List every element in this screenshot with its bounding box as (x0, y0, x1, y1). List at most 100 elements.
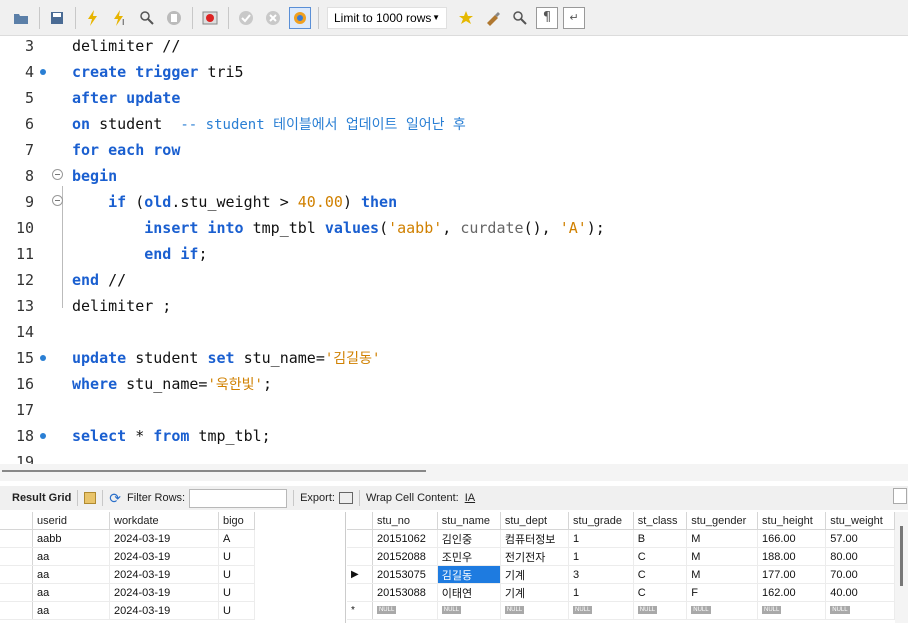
fold-toggle-icon[interactable] (52, 169, 63, 180)
panel-toggle-button[interactable] (893, 488, 907, 504)
table-row[interactable]: 20153088 이태연 기계 1 C F 162.00 40.00 (347, 583, 895, 602)
table-cell[interactable]: C (633, 547, 688, 566)
column-header[interactable]: stu_dept (500, 512, 570, 530)
left-result-grid[interactable]: userid workdate bigo aabb 2024-03-19 A a… (0, 512, 346, 623)
column-header[interactable]: stu_height (757, 512, 827, 530)
table-cell[interactable]: aa (32, 547, 110, 566)
result-grid-tab[interactable]: Result Grid (12, 492, 71, 504)
autocommit-icon[interactable] (289, 6, 311, 29)
table-cell[interactable]: 2024-03-19 (109, 529, 219, 548)
row-gutter[interactable] (347, 583, 373, 602)
table-cell[interactable]: 3 (568, 565, 634, 584)
table-row[interactable]: aa 2024-03-19 U (0, 601, 255, 620)
sql-editor[interactable]: 3 delimiter // 4 create trigger tri5 5 a… (0, 36, 908, 464)
invisible-chars-icon[interactable]: ¶ (536, 6, 558, 29)
table-cell[interactable]: aa (32, 583, 110, 602)
column-header[interactable]: stu_no (372, 512, 438, 530)
null-cell[interactable]: NULL (757, 601, 827, 620)
table-cell[interactable]: 2024-03-19 (109, 565, 219, 584)
row-gutter[interactable] (0, 547, 33, 566)
scrollbar-thumb[interactable] (900, 526, 903, 586)
null-cell[interactable]: NULL (633, 601, 688, 620)
table-cell[interactable]: 2024-03-19 (109, 583, 219, 602)
table-cell[interactable]: C (633, 565, 688, 584)
null-cell[interactable]: NULL (686, 601, 759, 620)
export-icon[interactable] (338, 492, 353, 504)
fold-toggle-icon[interactable] (52, 195, 63, 206)
table-cell[interactable]: 조민우 (437, 547, 501, 566)
table-cell[interactable]: 컴퓨터정보 (500, 529, 570, 548)
save-icon[interactable] (46, 7, 68, 29)
column-header[interactable]: workdate (109, 512, 219, 530)
table-cell[interactable]: 김인중 (437, 529, 501, 548)
table-cell[interactable]: 전기전자 (500, 547, 570, 566)
table-row[interactable]: aa 2024-03-19 U (0, 583, 255, 602)
row-gutter[interactable] (0, 583, 33, 602)
table-cell[interactable]: U (218, 583, 255, 602)
table-cell[interactable]: C (633, 583, 688, 602)
open-folder-icon[interactable] (10, 7, 32, 29)
right-result-grid[interactable]: stu_no stu_name stu_dept stu_grade st_cl… (347, 512, 895, 623)
execute-icon[interactable] (82, 7, 104, 29)
column-header[interactable]: stu_grade (568, 512, 634, 530)
row-gutter[interactable] (0, 565, 33, 584)
table-cell[interactable]: 20153088 (372, 583, 438, 602)
commit-icon[interactable] (235, 7, 257, 29)
rollback-icon[interactable] (262, 7, 284, 29)
table-cell[interactable]: 2024-03-19 (109, 601, 219, 620)
table-cell[interactable]: 57.00 (825, 529, 895, 548)
table-cell[interactable]: 1 (568, 529, 634, 548)
table-cell[interactable]: 20152088 (372, 547, 438, 566)
table-row[interactable]: 20152088 조민우 전기전자 1 C M 188.00 80.00 (347, 547, 895, 566)
table-cell[interactable]: M (686, 529, 759, 548)
table-row[interactable]: aa 2024-03-19 U (0, 547, 255, 566)
row-gutter[interactable] (347, 547, 373, 566)
table-cell[interactable]: 기계 (500, 583, 570, 602)
table-cell[interactable]: F (686, 583, 759, 602)
scrollbar-thumb[interactable] (2, 470, 426, 472)
new-row-marker-icon[interactable]: * (347, 601, 373, 620)
null-cell[interactable]: NULL (500, 601, 570, 620)
null-cell[interactable]: NULL (568, 601, 634, 620)
limit-rows-select[interactable]: Limit to 1000 rows ▼ (327, 6, 447, 29)
row-gutter[interactable] (0, 529, 33, 548)
table-cell[interactable]: 1 (568, 583, 634, 602)
wrap-cell-icon[interactable]: IA (465, 492, 475, 504)
table-cell[interactable]: 177.00 (757, 565, 827, 584)
table-cell[interactable]: aa (32, 565, 110, 584)
refresh-icon[interactable]: ⟳ (109, 490, 121, 507)
table-cell[interactable]: 기계 (500, 565, 570, 584)
table-cell[interactable]: 1 (568, 547, 634, 566)
explain-icon[interactable] (136, 7, 158, 29)
table-cell[interactable]: M (686, 565, 759, 584)
table-cell[interactable]: 20151062 (372, 529, 438, 548)
table-cell[interactable]: 20153075 (372, 565, 438, 584)
table-cell[interactable]: U (218, 565, 255, 584)
column-header[interactable]: bigo (218, 512, 255, 530)
column-header[interactable]: stu_name (437, 512, 501, 530)
null-cell[interactable]: NULL (825, 601, 895, 620)
row-gutter[interactable] (0, 601, 33, 620)
null-cell[interactable]: NULL (372, 601, 438, 620)
table-cell[interactable]: M (686, 547, 759, 566)
toggle-error-icon[interactable] (199, 7, 221, 29)
table-cell[interactable]: 80.00 (825, 547, 895, 566)
beautify-icon[interactable] (482, 7, 504, 29)
table-row[interactable]: ▶ 20153075 김길동 기계 3 C M 177.00 70.00 (347, 565, 895, 584)
selected-cell[interactable]: 김길동 (437, 565, 501, 584)
result-vertical-scrollbar[interactable] (895, 512, 908, 623)
table-cell[interactable]: 166.00 (757, 529, 827, 548)
stop-icon[interactable] (163, 7, 185, 29)
current-row-marker-icon[interactable]: ▶ (347, 565, 373, 584)
table-cell[interactable]: U (218, 547, 255, 566)
column-header[interactable]: stu_weight (825, 512, 895, 530)
table-cell[interactable]: 40.00 (825, 583, 895, 602)
table-cell[interactable]: 70.00 (825, 565, 895, 584)
filter-rows-input[interactable] (189, 488, 288, 508)
grid-view-icon[interactable] (84, 492, 97, 504)
table-cell[interactable]: aa (32, 601, 110, 620)
wrap-lines-icon[interactable]: ↵ (563, 6, 585, 29)
table-row[interactable]: aabb 2024-03-19 A (0, 529, 255, 548)
table-cell[interactable]: 188.00 (757, 547, 827, 566)
column-header[interactable]: st_class (633, 512, 688, 530)
